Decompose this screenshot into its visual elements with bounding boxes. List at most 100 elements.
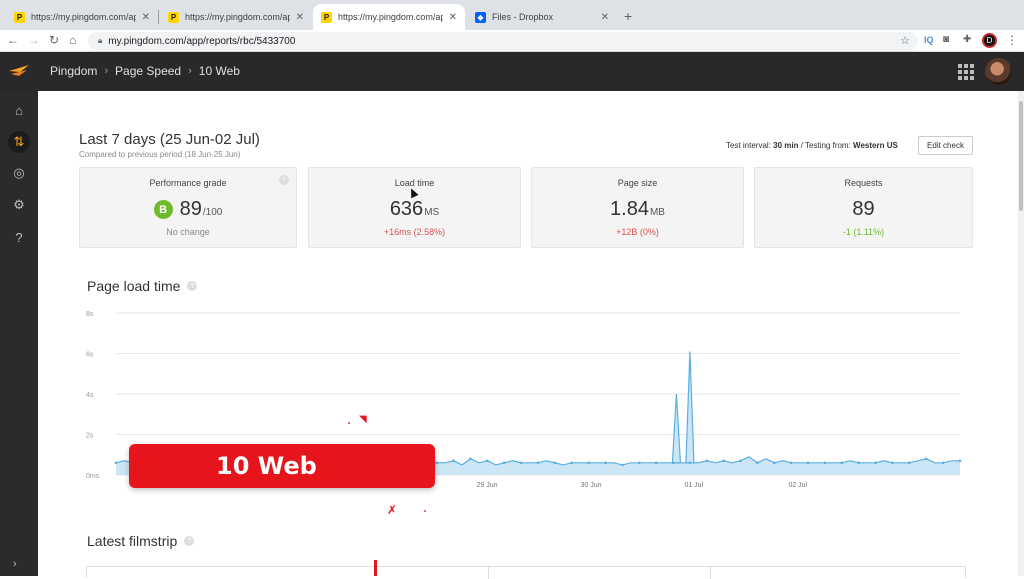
help-icon[interactable]: ?: [279, 175, 289, 185]
performance-grade-card: Performance grade ? B 89 /100 No change: [79, 167, 297, 248]
help-icon[interactable]: ?: [187, 281, 198, 291]
close-icon[interactable]: ✕: [296, 12, 304, 23]
section-title-text: Page load time: [87, 278, 181, 294]
settings-gear-icon[interactable]: ⚙: [10, 196, 28, 214]
chart-point: [637, 461, 641, 465]
chart-point: [570, 461, 574, 465]
testing-from-label: / Testing from:: [800, 141, 851, 150]
performance-icon[interactable]: ⇅: [8, 131, 30, 153]
expand-sidebar-icon[interactable]: ›: [13, 558, 17, 570]
chart-spike: [685, 351, 695, 464]
testing-from-value: Western US: [853, 141, 898, 150]
reload-icon[interactable]: ↻: [49, 33, 59, 47]
tab-separator: [158, 10, 159, 24]
close-icon[interactable]: ✕: [449, 12, 457, 23]
period-title: Last 7 days (25 Jun-02 Jul): [79, 131, 260, 148]
chart-point: [452, 459, 455, 463]
card-value: 1.84 MB: [532, 198, 743, 221]
y-tick-label: 2s: [86, 433, 94, 440]
chart-point: [435, 461, 439, 465]
help-icon[interactable]: ?: [184, 536, 195, 546]
iq-extension-icon[interactable]: IQ: [924, 35, 934, 45]
chart-point: [789, 461, 793, 465]
metric-number: 1.84: [610, 198, 649, 220]
home-icon[interactable]: ⌂: [10, 101, 28, 119]
address-bar[interactable]: 🔒︎ my.pingdom.com/app/reports/rbc/543370…: [88, 32, 918, 50]
profile-avatar[interactable]: D: [982, 33, 997, 48]
card-delta: No change: [166, 227, 210, 237]
period-comparison: Compared to previous period (18 Jun-25 J…: [79, 150, 241, 159]
help-icon[interactable]: ?: [10, 228, 28, 246]
chart-point: [773, 461, 776, 465]
chart-point: [519, 461, 523, 465]
home-icon[interactable]: ⌂: [69, 33, 76, 47]
browser-menu-icon[interactable]: ⋮: [1006, 33, 1018, 47]
chart-point: [705, 459, 709, 463]
close-icon[interactable]: ✕: [142, 12, 150, 23]
breadcrumb-item[interactable]: Page Speed: [115, 64, 181, 78]
video-overlay-banner: 10 Web: [129, 444, 435, 488]
back-icon[interactable]: ←: [7, 33, 19, 47]
y-tick-label: 6s: [86, 352, 94, 359]
tab-title: https://my.pingdom.com/app/r: [338, 12, 443, 22]
card-value: 89: [755, 198, 972, 221]
tab-title: https://my.pingdom.com/app/r: [185, 12, 290, 22]
uptime-icon[interactable]: ◎: [10, 164, 28, 182]
overlay-mark: ◥: [359, 414, 367, 425]
chevron-right-icon: ›: [104, 65, 109, 77]
x-tick-label: 01 Jul: [684, 482, 703, 489]
chart-point: [502, 461, 506, 465]
browser-tab[interactable]: ◆ Files - Dropbox ✕: [467, 4, 617, 30]
grade-score: 89: [179, 198, 202, 220]
card-value: B 89 /100: [80, 198, 296, 221]
close-icon[interactable]: ✕: [601, 12, 609, 23]
breadcrumb: Pingdom › Page Speed › 10 Web: [50, 64, 240, 78]
card-title: Requests: [844, 178, 883, 188]
chevron-right-icon: ›: [188, 65, 192, 77]
load-time-card: Load time 636 MS +16ms (2.58%): [308, 167, 521, 248]
overlay-mark: •: [348, 421, 351, 427]
y-tick-label: 8s: [86, 311, 94, 318]
solarwinds-logo-icon[interactable]: [8, 62, 30, 80]
section-title-text: Latest filmstrip: [87, 533, 178, 549]
chart-point: [806, 461, 810, 465]
filmstrip-divider: [488, 567, 489, 579]
chart-point: [114, 461, 118, 465]
chart-point: [840, 461, 844, 465]
browser-tab-active[interactable]: P https://my.pingdom.com/app/r ✕: [313, 4, 465, 30]
pingdom-favicon-icon: P: [14, 11, 25, 23]
pingdom-favicon-icon: P: [168, 11, 179, 23]
forward-icon[interactable]: →: [28, 33, 40, 47]
grade-unit: /100: [202, 207, 223, 218]
filmstrip-divider: [710, 567, 711, 579]
bookmark-star-icon[interactable]: ☆: [900, 34, 910, 47]
edit-check-button[interactable]: Edit check: [918, 136, 973, 155]
card-delta: +16ms (2.58%): [383, 227, 446, 237]
x-tick-label: 30 Jun: [580, 482, 601, 489]
chart-point: [941, 461, 945, 465]
chart-spike: [671, 393, 682, 464]
page-scrollbar[interactable]: [1018, 91, 1024, 576]
interval-label: Test interval:: [726, 141, 771, 150]
page-load-time-heading: Page load time ?: [87, 278, 198, 294]
browser-toolbar: ← → ↻ ⌂ 🔒︎ my.pingdom.com/app/reports/rb…: [0, 30, 1024, 52]
breadcrumb-item[interactable]: Pingdom: [50, 64, 97, 78]
pingdom-favicon-icon: P: [321, 11, 332, 23]
scrollbar-thumb[interactable]: [1019, 101, 1023, 211]
user-avatar[interactable]: [985, 58, 1012, 85]
camera-extension-icon[interactable]: ◙: [943, 34, 949, 45]
y-tick-label: 4s: [86, 392, 94, 399]
browser-tab[interactable]: P https://my.pingdom.com/app/r ✕: [160, 4, 312, 30]
requests-card: Requests 89 -1 (1.11%): [754, 167, 973, 248]
browser-tab[interactable]: P https://my.pingdom.com/app/r ✕: [6, 4, 158, 30]
overlay-mark: ✗: [387, 503, 398, 517]
app-grid-icon[interactable]: [958, 64, 974, 80]
chart-point: [924, 457, 928, 461]
dropbox-icon: ◆: [475, 11, 486, 23]
app-header: Pingdom › Page Speed › 10 Web: [0, 52, 1024, 91]
puzzle-extensions-icon[interactable]: ✚: [963, 34, 971, 45]
grade-badge: B: [153, 200, 173, 219]
interval-value: 30 min: [773, 141, 799, 150]
new-tab-icon[interactable]: +: [624, 8, 632, 24]
metric-number: 636: [389, 198, 424, 220]
